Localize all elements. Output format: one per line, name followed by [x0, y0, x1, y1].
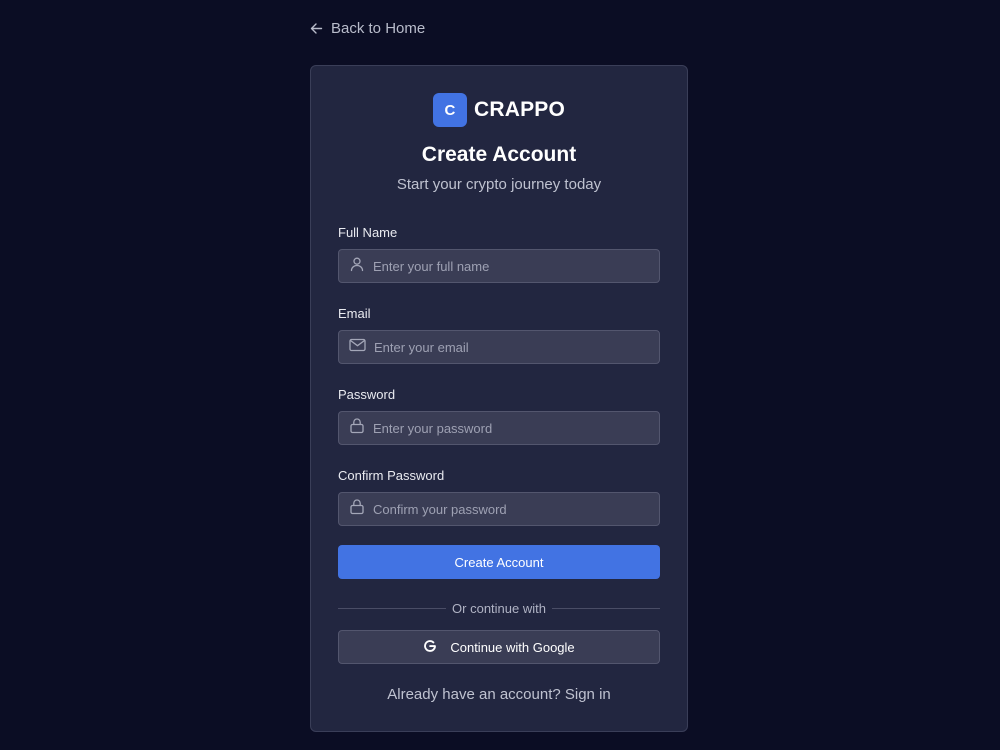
password-input-wrap[interactable] [338, 411, 660, 445]
page-subtitle: Start your crypto journey today [396, 176, 602, 193]
arrow-left-icon [310, 22, 323, 35]
confirm-password-input[interactable] [373, 501, 659, 517]
full-name-input-wrap[interactable] [338, 249, 660, 283]
divider-line-left [338, 607, 447, 609]
signin-prompt: Already have an account? Sign in [311, 686, 687, 703]
back-to-home-link[interactable]: Back to Home [310, 18, 425, 38]
email-field: Email [338, 306, 660, 364]
google-icon [423, 639, 437, 656]
full-name-label: Full Name [338, 225, 398, 240]
brand-name: CRAPPO [473, 98, 566, 121]
divider-line-right [551, 607, 660, 609]
signin-link[interactable]: Sign in [565, 686, 611, 703]
brand: C CRAPPO [311, 93, 687, 127]
full-name-input[interactable] [373, 258, 659, 274]
or-divider: Or continue with [338, 600, 660, 616]
lock-icon [349, 498, 365, 520]
password-label: Password [338, 387, 396, 402]
password-field: Password [338, 387, 660, 445]
signup-card: C CRAPPO Create Account Start your crypt… [310, 65, 688, 732]
divider-text: Or continue with [452, 600, 546, 616]
google-button-label: Continue with Google [450, 639, 575, 655]
email-label: Email [338, 306, 371, 321]
password-input[interactable] [373, 420, 659, 436]
confirm-password-label: Confirm Password [338, 468, 445, 483]
create-account-button[interactable]: Create Account [338, 545, 660, 579]
signup-page: Back to Home C CRAPPO Create Account Sta… [0, 0, 1000, 750]
lock-icon [349, 417, 365, 439]
confirm-password-input-wrap[interactable] [338, 492, 660, 526]
full-name-field: Full Name [338, 225, 660, 283]
back-link-label: Back to Home [331, 19, 426, 37]
user-icon [349, 256, 365, 277]
email-input[interactable] [374, 339, 659, 355]
email-input-wrap[interactable] [338, 330, 660, 364]
google-signin-button[interactable]: Continue with Google [338, 630, 660, 664]
page-title: Create Account [421, 143, 577, 166]
confirm-password-field: Confirm Password [338, 468, 660, 526]
mail-icon [349, 337, 366, 358]
signin-prompt-text: Already have an account? [387, 686, 561, 703]
brand-logo: C [432, 93, 467, 127]
